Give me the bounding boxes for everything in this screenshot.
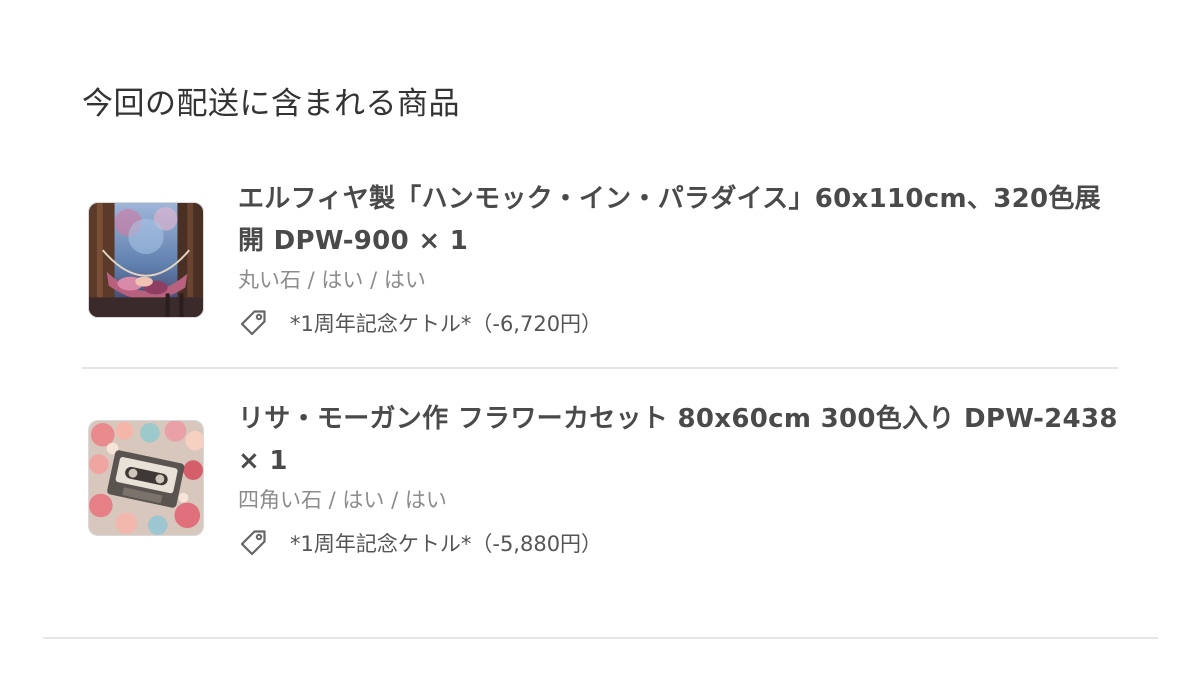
discount-label: *1周年記念ケトル*（-5,880円） (290, 532, 603, 556)
hammock-painting-thumbnail (89, 203, 203, 317)
discount-row: *1周年記念ケトル*（-5,880円） (238, 526, 1118, 560)
shipment-items-panel: 今回の配送に含まれる商品 エルフィヤ製「ハンモック・イン・パラダイス」60x11… (0, 0, 1200, 678)
tag-icon (240, 310, 266, 336)
product-title[interactable]: エルフィヤ製「ハンモック・イン・パラダイス」60x110cm、320色展開 DP… (238, 178, 1118, 262)
product-thumbnail[interactable] (88, 202, 204, 318)
item-info: リサ・モーガン作 フラワーカセット 80x60cm 300色入り DPW-243… (238, 398, 1118, 560)
section-title: 今回の配送に含まれる商品 (82, 86, 460, 122)
tag-icon (240, 530, 266, 556)
item-info: エルフィヤ製「ハンモック・イン・パラダイス」60x110cm、320色展開 DP… (238, 178, 1118, 340)
discount-row: *1周年記念ケトル*（-6,720円） (238, 306, 1118, 340)
product-variant: 丸い石 / はい / はい (238, 268, 426, 292)
discount-label: *1周年記念ケトル*（-6,720円） (290, 312, 603, 336)
product-variant: 四角い石 / はい / はい (238, 488, 447, 512)
item-divider (82, 367, 1118, 369)
section-divider (43, 637, 1158, 639)
product-thumbnail[interactable] (88, 420, 204, 536)
flower-cassette-thumbnail (89, 421, 203, 535)
product-title[interactable]: リサ・モーガン作 フラワーカセット 80x60cm 300色入り DPW-243… (238, 398, 1118, 482)
